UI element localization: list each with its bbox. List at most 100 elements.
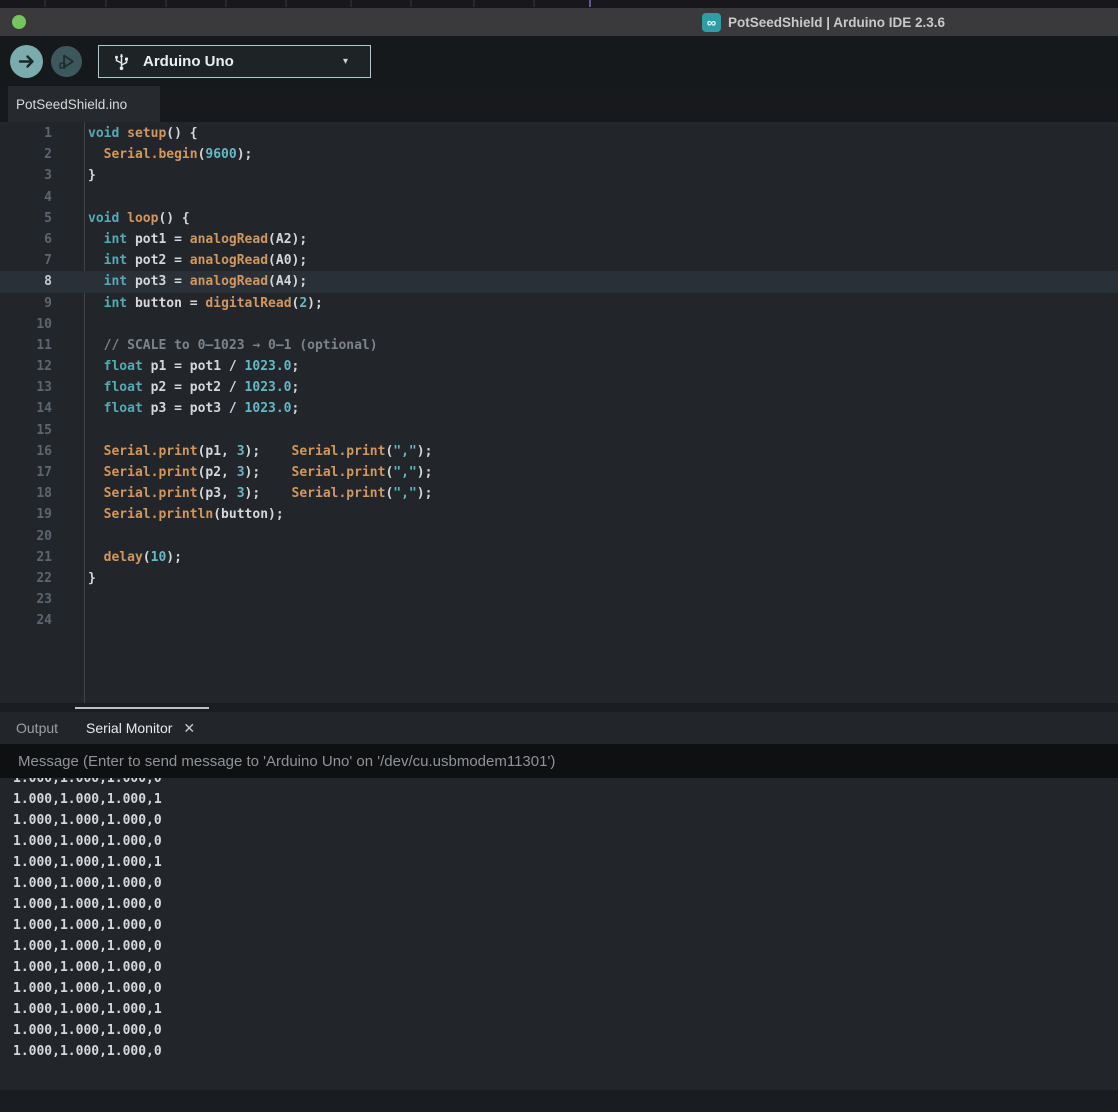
code-line[interactable]: 14 float p3 = pot3 / 1023.0;	[0, 398, 1118, 419]
upload-button[interactable]	[10, 45, 43, 78]
code-line[interactable]: 3}	[0, 165, 1118, 186]
line-number: 8	[0, 271, 52, 292]
tab-serial-monitor[interactable]: Serial Monitor	[86, 720, 172, 736]
line-number: 19	[0, 504, 52, 525]
strip-divider	[105, 0, 107, 7]
debug-button[interactable]	[51, 46, 82, 77]
code-text: void loop() {	[52, 208, 190, 229]
code-text: // SCALE to 0–1023 → 0–1 (optional)	[52, 335, 378, 356]
line-number: 15	[0, 420, 52, 441]
serial-line: 1.000,1.000,1.000,1	[13, 999, 1118, 1020]
code-line[interactable]: 16 Serial.print(p1, 3); Serial.print(","…	[0, 441, 1118, 462]
toolbar: Arduino Uno ▾	[0, 36, 1118, 86]
serial-line: 1.000,1.000,1.000,0	[13, 1041, 1118, 1062]
code-text: float p3 = pot3 / 1023.0;	[52, 398, 299, 419]
strip-divider	[473, 0, 475, 7]
tab-output[interactable]: Output	[16, 720, 58, 736]
serial-line: 1.000,1.000,1.000,0	[13, 778, 1118, 789]
code-line[interactable]: 4	[0, 187, 1118, 208]
code-line[interactable]: 7 int pot2 = analogRead(A0);	[0, 250, 1118, 271]
line-number: 22	[0, 568, 52, 589]
panel-bottom-strip	[0, 1090, 1118, 1112]
code-text	[52, 610, 88, 631]
code-line[interactable]: 11 // SCALE to 0–1023 → 0–1 (optional)	[0, 335, 1118, 356]
board-selector-label: Arduino Uno	[143, 53, 234, 70]
chevron-down-icon: ▾	[343, 56, 348, 67]
code-line[interactable]: 24	[0, 610, 1118, 631]
code-line[interactable]: 5void loop() {	[0, 208, 1118, 229]
code-text: int pot3 = analogRead(A4);	[52, 271, 307, 292]
sketch-tabstrip: PotSeedShield.ino	[0, 86, 1118, 122]
line-number: 17	[0, 462, 52, 483]
strip-divider	[225, 0, 227, 7]
strip-divider	[285, 0, 287, 7]
code-line[interactable]: 15	[0, 420, 1118, 441]
line-number: 23	[0, 589, 52, 610]
line-number: 12	[0, 356, 52, 377]
line-number: 20	[0, 526, 52, 547]
serial-message-input[interactable]	[0, 744, 1118, 778]
board-selector[interactable]: Arduino Uno ▾	[98, 45, 371, 78]
arduino-ide-window: ∞ PotSeedShield | Arduino IDE 2.3.6	[0, 0, 1118, 1112]
code-line[interactable]: 18 Serial.print(p3, 3); Serial.print(","…	[0, 483, 1118, 504]
code-text	[52, 314, 88, 335]
code-text: Serial.print(p1, 3); Serial.print(",");	[52, 441, 432, 462]
serial-line: 1.000,1.000,1.000,0	[13, 936, 1118, 957]
window-title-group: ∞ PotSeedShield | Arduino IDE 2.3.6	[702, 8, 945, 36]
serial-line: 1.000,1.000,1.000,0	[13, 831, 1118, 852]
code-text: Serial.println(button);	[52, 504, 284, 525]
strip-divider	[410, 0, 412, 7]
code-line[interactable]: 8 int pot3 = analogRead(A4);	[0, 271, 1118, 292]
code-text: Serial.begin(9600);	[52, 144, 252, 165]
debug-play-bug-icon	[57, 52, 77, 72]
code-line[interactable]: 19 Serial.println(button);	[0, 504, 1118, 525]
serial-line: 1.000,1.000,1.000,0	[13, 894, 1118, 915]
serial-line: 1.000,1.000,1.000,0	[13, 873, 1118, 894]
code-line[interactable]: 13 float p2 = pot2 / 1023.0;	[0, 377, 1118, 398]
window-control-icon[interactable]	[12, 15, 26, 29]
serial-line: 1.000,1.000,1.000,0	[13, 915, 1118, 936]
code-line[interactable]: 1void setup() {	[0, 123, 1118, 144]
panel-tabbar: Output Serial Monitor ✕	[0, 712, 1118, 744]
code-text: }	[52, 165, 96, 186]
code-line[interactable]: 9 int button = digitalRead(2);	[0, 293, 1118, 314]
code-lines: 1void setup() {2 Serial.begin(9600);3}45…	[0, 123, 1118, 632]
serial-line: 1.000,1.000,1.000,0	[13, 1020, 1118, 1041]
code-text	[52, 589, 88, 610]
code-text: int pot1 = analogRead(A2);	[52, 229, 307, 250]
code-line[interactable]: 12 float p1 = pot1 / 1023.0;	[0, 356, 1118, 377]
upload-arrow-icon	[17, 52, 36, 71]
usb-icon	[113, 52, 130, 71]
code-line[interactable]: 23	[0, 589, 1118, 610]
code-line[interactable]: 21 delay(10);	[0, 547, 1118, 568]
serial-output[interactable]: 1.000,1.000,1.000,01.000,1.000,1.000,11.…	[0, 778, 1118, 1090]
serial-line: 1.000,1.000,1.000,0	[13, 810, 1118, 831]
line-number: 10	[0, 314, 52, 335]
code-text: delay(10);	[52, 547, 182, 568]
arduino-logo-icon: ∞	[702, 13, 721, 32]
line-number: 4	[0, 187, 52, 208]
serial-message-bar	[0, 744, 1118, 778]
code-line[interactable]: 22}	[0, 568, 1118, 589]
code-line[interactable]: 20	[0, 526, 1118, 547]
serial-line: 1.000,1.000,1.000,0	[13, 957, 1118, 978]
code-line[interactable]: 10	[0, 314, 1118, 335]
line-number: 5	[0, 208, 52, 229]
line-number: 2	[0, 144, 52, 165]
line-number: 7	[0, 250, 52, 271]
code-text: }	[52, 568, 96, 589]
code-editor[interactable]: 1void setup() {2 Serial.begin(9600);3}45…	[0, 122, 1118, 703]
code-line[interactable]: 6 int pot1 = analogRead(A2);	[0, 229, 1118, 250]
code-text: void setup() {	[52, 123, 198, 144]
code-text: float p1 = pot1 / 1023.0;	[52, 356, 299, 377]
tab-sketch[interactable]: PotSeedShield.ino	[8, 86, 160, 122]
code-text	[52, 420, 88, 441]
line-number: 13	[0, 377, 52, 398]
strip-divider	[533, 0, 535, 7]
close-icon[interactable]: ✕	[183, 720, 195, 737]
line-number: 3	[0, 165, 52, 186]
line-number: 16	[0, 441, 52, 462]
code-line[interactable]: 17 Serial.print(p2, 3); Serial.print(","…	[0, 462, 1118, 483]
code-text: int pot2 = analogRead(A0);	[52, 250, 307, 271]
code-line[interactable]: 2 Serial.begin(9600);	[0, 144, 1118, 165]
